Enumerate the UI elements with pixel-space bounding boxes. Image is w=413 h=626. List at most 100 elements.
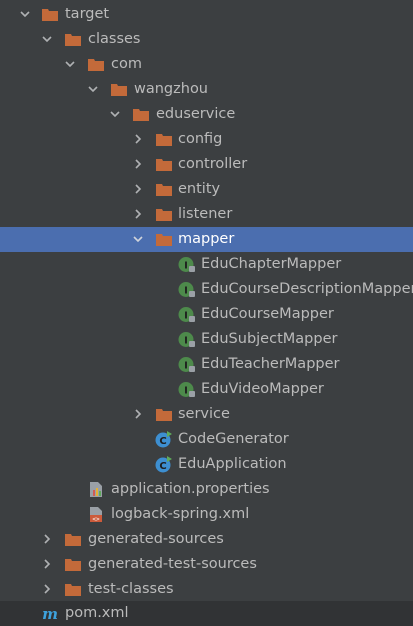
chevron-right-icon[interactable] xyxy=(40,532,54,546)
tree-item-label: controller xyxy=(178,156,248,172)
tree-item-label: application.properties xyxy=(111,481,270,497)
maven-icon: m xyxy=(42,605,58,622)
tree-item-label: EduTeacherMapper xyxy=(201,356,340,372)
tree-row-classes[interactable]: classes xyxy=(0,27,413,52)
tree-item-label: target xyxy=(65,6,110,22)
chevron-right-icon[interactable] xyxy=(40,557,54,571)
tree-row-listener[interactable]: listener xyxy=(0,202,413,227)
svg-text:I: I xyxy=(184,336,188,347)
tree-row-application-properties[interactable]: application.properties xyxy=(0,477,413,502)
chevron-down-icon[interactable] xyxy=(108,107,122,121)
folder-icon xyxy=(156,209,172,221)
tree-item-label: entity xyxy=(178,181,221,197)
tree-item-label: com xyxy=(111,56,142,72)
tree-row-educoursedescriptionmapper[interactable]: I EduCourseDescriptionMapper xyxy=(0,277,413,302)
tree-row-service[interactable]: service xyxy=(0,402,413,427)
interface-icon: I xyxy=(178,307,195,322)
tree-row-wangzhou[interactable]: wangzhou xyxy=(0,77,413,102)
tree-row-generated-test-sources[interactable]: generated-test-sources xyxy=(0,552,413,577)
tree-item-label: EduChapterMapper xyxy=(201,256,342,272)
tree-item-label: EduSubjectMapper xyxy=(201,331,338,347)
tree-row-eduvideomapper[interactable]: I EduVideoMapper xyxy=(0,377,413,402)
class-icon: C xyxy=(155,431,172,448)
tree-item-label: classes xyxy=(88,31,141,47)
project-tree: target classes com wangzhou eduservice c… xyxy=(0,0,413,626)
svg-text:I: I xyxy=(184,361,188,372)
chevron-right-icon[interactable] xyxy=(131,132,145,146)
chevron-down-icon[interactable] xyxy=(40,32,54,46)
tree-item-label: pom.xml xyxy=(65,605,129,621)
tree-row-config[interactable]: config xyxy=(0,127,413,152)
tree-item-label: generated-sources xyxy=(88,531,224,547)
chevron-right-icon[interactable] xyxy=(131,182,145,196)
tree-item-label: wangzhou xyxy=(134,81,209,97)
svg-text:C: C xyxy=(159,436,166,447)
tree-row-educoursemapper[interactable]: I EduCourseMapper xyxy=(0,302,413,327)
folder-icon xyxy=(65,559,81,571)
folder-icon xyxy=(111,84,127,96)
interface-icon: I xyxy=(178,282,195,297)
interface-icon: I xyxy=(178,357,195,372)
tree-row-eduservice[interactable]: eduservice xyxy=(0,102,413,127)
chevron-down-icon[interactable] xyxy=(131,232,145,246)
tree-item-label: test-classes xyxy=(88,581,174,597)
folder-icon xyxy=(156,409,172,421)
chevron-right-icon[interactable] xyxy=(131,407,145,421)
chevron-down-icon[interactable] xyxy=(63,57,77,71)
interface-icon: I xyxy=(178,382,195,397)
xml-file-icon: <> xyxy=(90,507,102,523)
tree-item-label: logback-spring.xml xyxy=(111,506,250,522)
chevron-right-icon[interactable] xyxy=(131,157,145,171)
svg-text:C: C xyxy=(159,461,166,472)
tree-item-label: EduVideoMapper xyxy=(201,381,324,397)
folder-icon xyxy=(65,584,81,596)
tree-item-label: EduApplication xyxy=(178,456,287,472)
tree-row-eduapplication[interactable]: C EduApplication xyxy=(0,452,413,477)
folder-icon xyxy=(156,134,172,146)
svg-text:m: m xyxy=(42,605,58,622)
tree-row-entity[interactable]: entity xyxy=(0,177,413,202)
interface-icon: I xyxy=(178,332,195,347)
folder-icon xyxy=(88,59,104,71)
chevron-down-icon[interactable] xyxy=(86,82,100,96)
folder-icon xyxy=(65,34,81,46)
tree-row-generated-sources[interactable]: generated-sources xyxy=(0,527,413,552)
tree-item-label: eduservice xyxy=(156,106,236,122)
svg-text:<>: <> xyxy=(92,516,100,523)
svg-text:I: I xyxy=(184,386,188,397)
chevron-right-icon[interactable] xyxy=(131,207,145,221)
tree-row-mapper[interactable]: mapper xyxy=(0,227,413,252)
tree-item-label: EduCourseMapper xyxy=(201,306,334,322)
tree-row-eduteachermapper[interactable]: I EduTeacherMapper xyxy=(0,352,413,377)
interface-icon: I xyxy=(178,257,195,272)
folder-icon xyxy=(133,109,149,121)
tree-row-com[interactable]: com xyxy=(0,52,413,77)
folder-icon xyxy=(156,184,172,196)
tree-item-label: service xyxy=(178,406,230,422)
tree-row-controller[interactable]: controller xyxy=(0,152,413,177)
tree-row-pom-xml[interactable]: m pom.xml xyxy=(0,601,413,626)
folder-icon xyxy=(156,234,172,246)
tree-item-label: config xyxy=(178,131,223,147)
chevron-down-icon[interactable] xyxy=(18,7,32,21)
svg-text:I: I xyxy=(184,286,188,297)
tree-item-label: CodeGenerator xyxy=(178,431,289,447)
tree-row-codegenerator[interactable]: C CodeGenerator xyxy=(0,427,413,452)
tree-item-label: mapper xyxy=(178,231,235,247)
svg-text:I: I xyxy=(184,261,188,272)
tree-item-label: listener xyxy=(178,206,233,222)
folder-icon xyxy=(156,159,172,171)
tree-item-label: EduCourseDescriptionMapper xyxy=(201,281,413,297)
tree-row-logback-spring-xml[interactable]: <> logback-spring.xml xyxy=(0,502,413,527)
tree-row-edusubjectmapper[interactable]: I EduSubjectMapper xyxy=(0,327,413,352)
tree-item-label: generated-test-sources xyxy=(88,556,257,572)
folder-icon xyxy=(65,534,81,546)
tree-row-educhaptermapper[interactable]: I EduChapterMapper xyxy=(0,252,413,277)
class-icon: C xyxy=(155,456,172,473)
folder-icon xyxy=(42,9,58,21)
properties-file-icon xyxy=(90,482,102,497)
svg-text:I: I xyxy=(184,311,188,322)
chevron-right-icon[interactable] xyxy=(40,582,54,596)
tree-row-test-classes[interactable]: test-classes xyxy=(0,577,413,602)
tree-row-target[interactable]: target xyxy=(0,2,413,27)
